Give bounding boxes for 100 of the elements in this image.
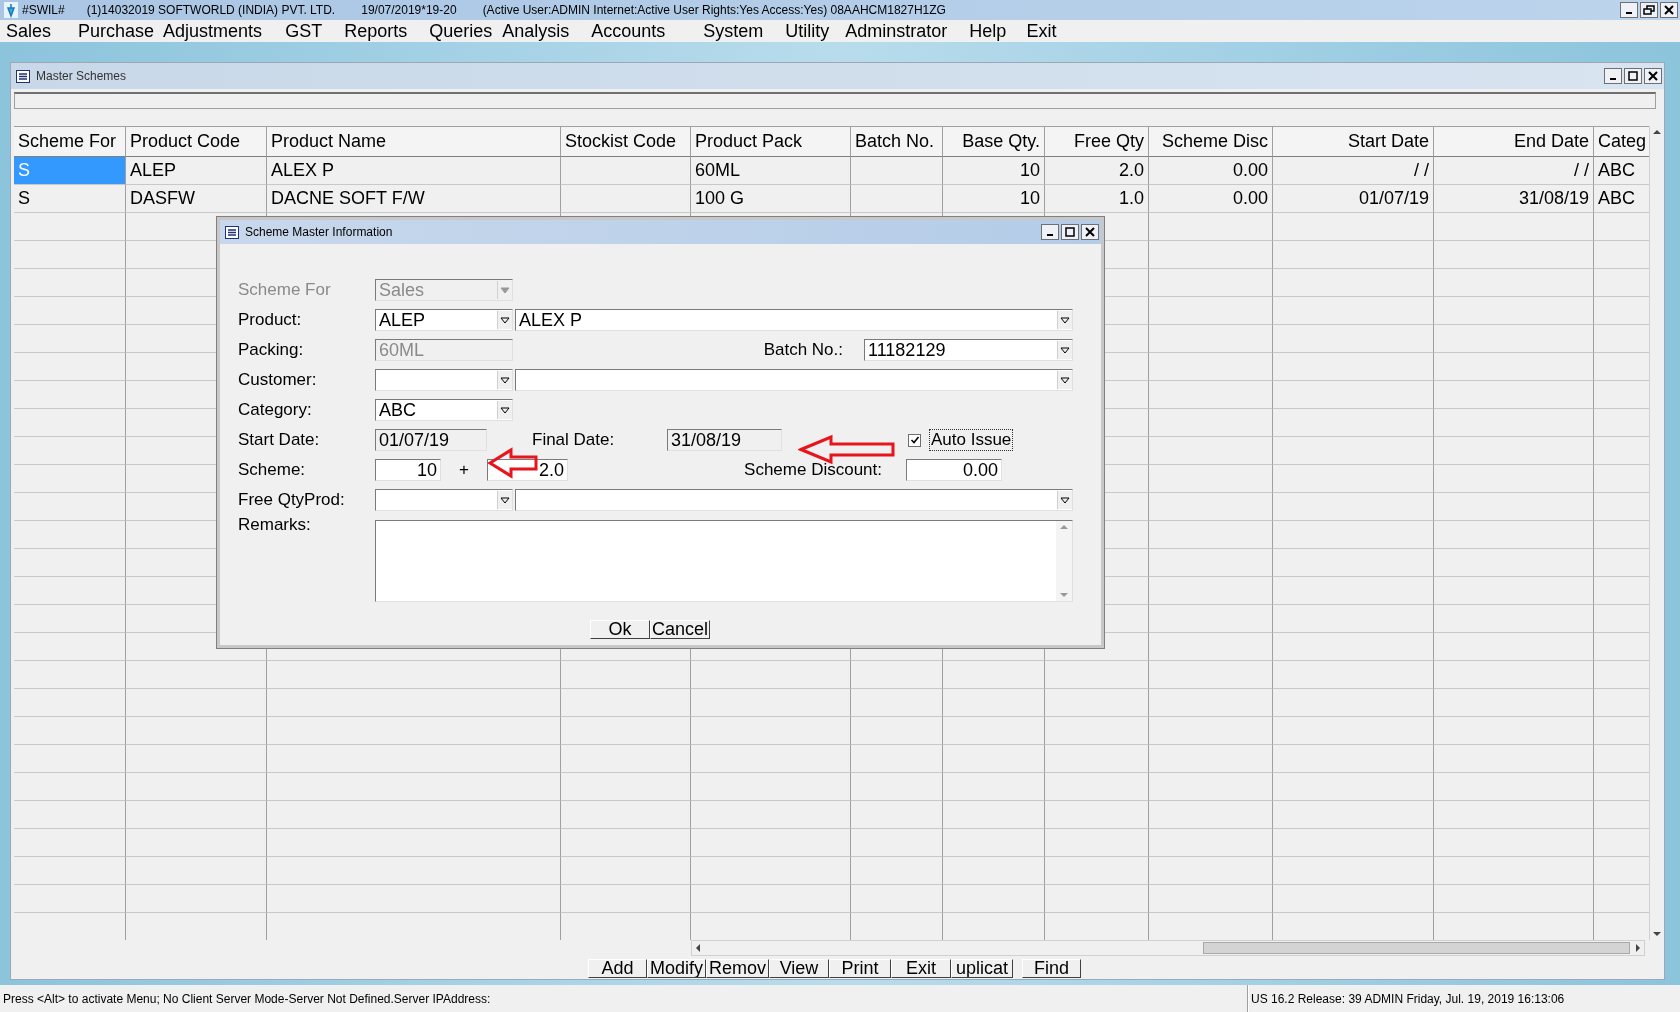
close-icon: [1084, 227, 1096, 237]
caret-icon: [1057, 341, 1072, 359]
final-date-field[interactable]: 31/08/19: [667, 429, 782, 451]
field-label: Category:: [238, 400, 313, 420]
window-title: (Active User:ADMIN Internet:Active User Rights:Yes Access:Yes) 08AAHCM1827H1ZG: [482, 3, 946, 17]
plus-sign: +: [458, 460, 470, 480]
customer-code-dropdown[interactable]: [375, 369, 513, 391]
caret-icon: [497, 401, 512, 419]
dialog-title: Scheme Master Information: [245, 225, 393, 239]
maximize-button[interactable]: [1624, 68, 1642, 84]
field-label: Scheme:: [238, 460, 307, 480]
toolbar-button[interactable]: Exit: [891, 959, 951, 978]
column-header[interactable]: Batch No.: [851, 127, 943, 157]
table-cell: 60ML: [691, 157, 851, 185]
caret-icon: [1057, 311, 1072, 329]
menu-item[interactable]: Reports: [342, 20, 410, 42]
checkbox-label[interactable]: Auto Issue: [929, 429, 1014, 451]
column-header[interactable]: Product Code: [126, 127, 267, 157]
minimize-icon: [1047, 234, 1053, 236]
menu-item[interactable]: Queries: [427, 20, 495, 42]
menu-item[interactable]: Adjustments: [161, 20, 265, 42]
menu-item[interactable]: System: [701, 20, 766, 42]
product-code-dropdown[interactable]: ALEP: [375, 309, 513, 331]
checkbox[interactable]: [908, 433, 921, 447]
menu-item[interactable]: Purchase: [76, 20, 157, 42]
field-label: Remarks:: [238, 515, 312, 535]
column-header[interactable]: Start Date: [1273, 127, 1434, 157]
customer-name-dropdown[interactable]: [515, 369, 1073, 391]
caret-icon: [1057, 491, 1072, 509]
column-header[interactable]: Base Qty.: [943, 127, 1045, 157]
close-button[interactable]: [1644, 68, 1662, 84]
field-label: Start Date:: [238, 430, 321, 450]
window-menu-icon[interactable]: [225, 225, 239, 239]
window-title: 19/07/2019*19-20: [361, 3, 457, 17]
restore-button[interactable]: [1640, 2, 1658, 18]
field-label: Batch No.:: [763, 340, 843, 360]
column-header[interactable]: Product Pack: [691, 127, 851, 157]
toolbar-button[interactable]: View: [769, 959, 829, 978]
product-name-dropdown[interactable]: ALEX P: [515, 309, 1073, 331]
table-cell: / /: [1273, 157, 1434, 185]
table-cell: 100 G: [691, 185, 851, 213]
minimize-button[interactable]: [1604, 68, 1622, 84]
field-label: Product:: [238, 310, 303, 330]
table-cell: / /: [1434, 157, 1594, 185]
column-header[interactable]: Product Name: [267, 127, 561, 157]
menu-item[interactable]: GST: [283, 20, 325, 42]
batch-no-dropdown[interactable]: 11182129: [864, 339, 1073, 361]
caret-icon: [497, 311, 512, 329]
horizontal-scrollbar[interactable]: [691, 940, 1645, 956]
minimize-button[interactable]: [1041, 224, 1059, 240]
menu-item[interactable]: Help: [967, 20, 1009, 42]
column-header[interactable]: Scheme Disc: [1149, 127, 1273, 157]
column-header[interactable]: Scheme For: [14, 127, 126, 157]
maximize-icon: [1064, 227, 1076, 237]
category-dropdown[interactable]: ABC: [375, 399, 513, 421]
close-button[interactable]: [1081, 224, 1099, 240]
dialog-button[interactable]: Cancel: [650, 620, 710, 639]
toolbar-button[interactable]: Find: [1022, 959, 1081, 978]
toolbar-button[interactable]: Print: [829, 959, 891, 978]
field-label: Scheme Discount:: [744, 460, 882, 480]
toolbar-button[interactable]: Modify: [647, 959, 706, 978]
window-menu-icon[interactable]: [16, 69, 30, 83]
table-cell: 2.0: [1045, 157, 1149, 185]
scrollbar-thumb[interactable]: [1203, 942, 1630, 954]
column-header[interactable]: End Date: [1434, 127, 1594, 157]
dialog-button[interactable]: Ok: [590, 620, 650, 639]
close-button[interactable]: [1660, 2, 1678, 18]
table-cell[interactable]: S: [14, 185, 126, 213]
menu-item[interactable]: Exit: [1024, 20, 1059, 42]
input-field[interactable]: [14, 92, 1656, 109]
field-label: Packing:: [238, 340, 305, 360]
base-qty-field[interactable]: 10: [375, 459, 441, 481]
menu-item[interactable]: Accounts: [589, 20, 668, 42]
caret-icon: [497, 491, 512, 509]
remarks-field[interactable]: [375, 520, 1073, 602]
maximize-button[interactable]: [1061, 224, 1079, 240]
minimize-button[interactable]: [1620, 2, 1638, 18]
column-header[interactable]: Categ: [1594, 127, 1649, 157]
field-label: Final Date:: [532, 430, 616, 450]
field-label: Free QtyProd:: [238, 490, 346, 510]
menu-item[interactable]: Analysis: [500, 20, 572, 42]
caret-icon: [1057, 371, 1072, 389]
close-icon: [1663, 5, 1675, 15]
caret-icon: [497, 371, 512, 389]
status-text: US 16.2 Release: 39 ADMIN Friday, Jul. 19, 2019 16:13:06: [1248, 985, 1565, 1012]
toolbar-button[interactable]: uplicat: [951, 959, 1013, 978]
free-product-code-dropdown[interactable]: [375, 489, 513, 511]
table-cell: 1.0: [1045, 185, 1149, 213]
menu-item[interactable]: Utility: [783, 20, 832, 42]
menu-item[interactable]: Sales: [4, 20, 54, 42]
column-header[interactable]: Stockist Code: [561, 127, 691, 157]
free-product-name-dropdown[interactable]: [515, 489, 1073, 511]
table-cell: 10: [943, 157, 1045, 185]
scheme-discount-field[interactable]: 0.00: [906, 459, 1002, 481]
toolbar-button[interactable]: Remov: [706, 959, 769, 978]
start-date-field[interactable]: 01/07/19: [375, 429, 487, 451]
menu-item[interactable]: Adminstrator: [843, 20, 950, 42]
toolbar-button[interactable]: Add: [588, 959, 647, 978]
maximize-icon: [1627, 71, 1639, 81]
column-header[interactable]: Free Qty: [1045, 127, 1149, 157]
